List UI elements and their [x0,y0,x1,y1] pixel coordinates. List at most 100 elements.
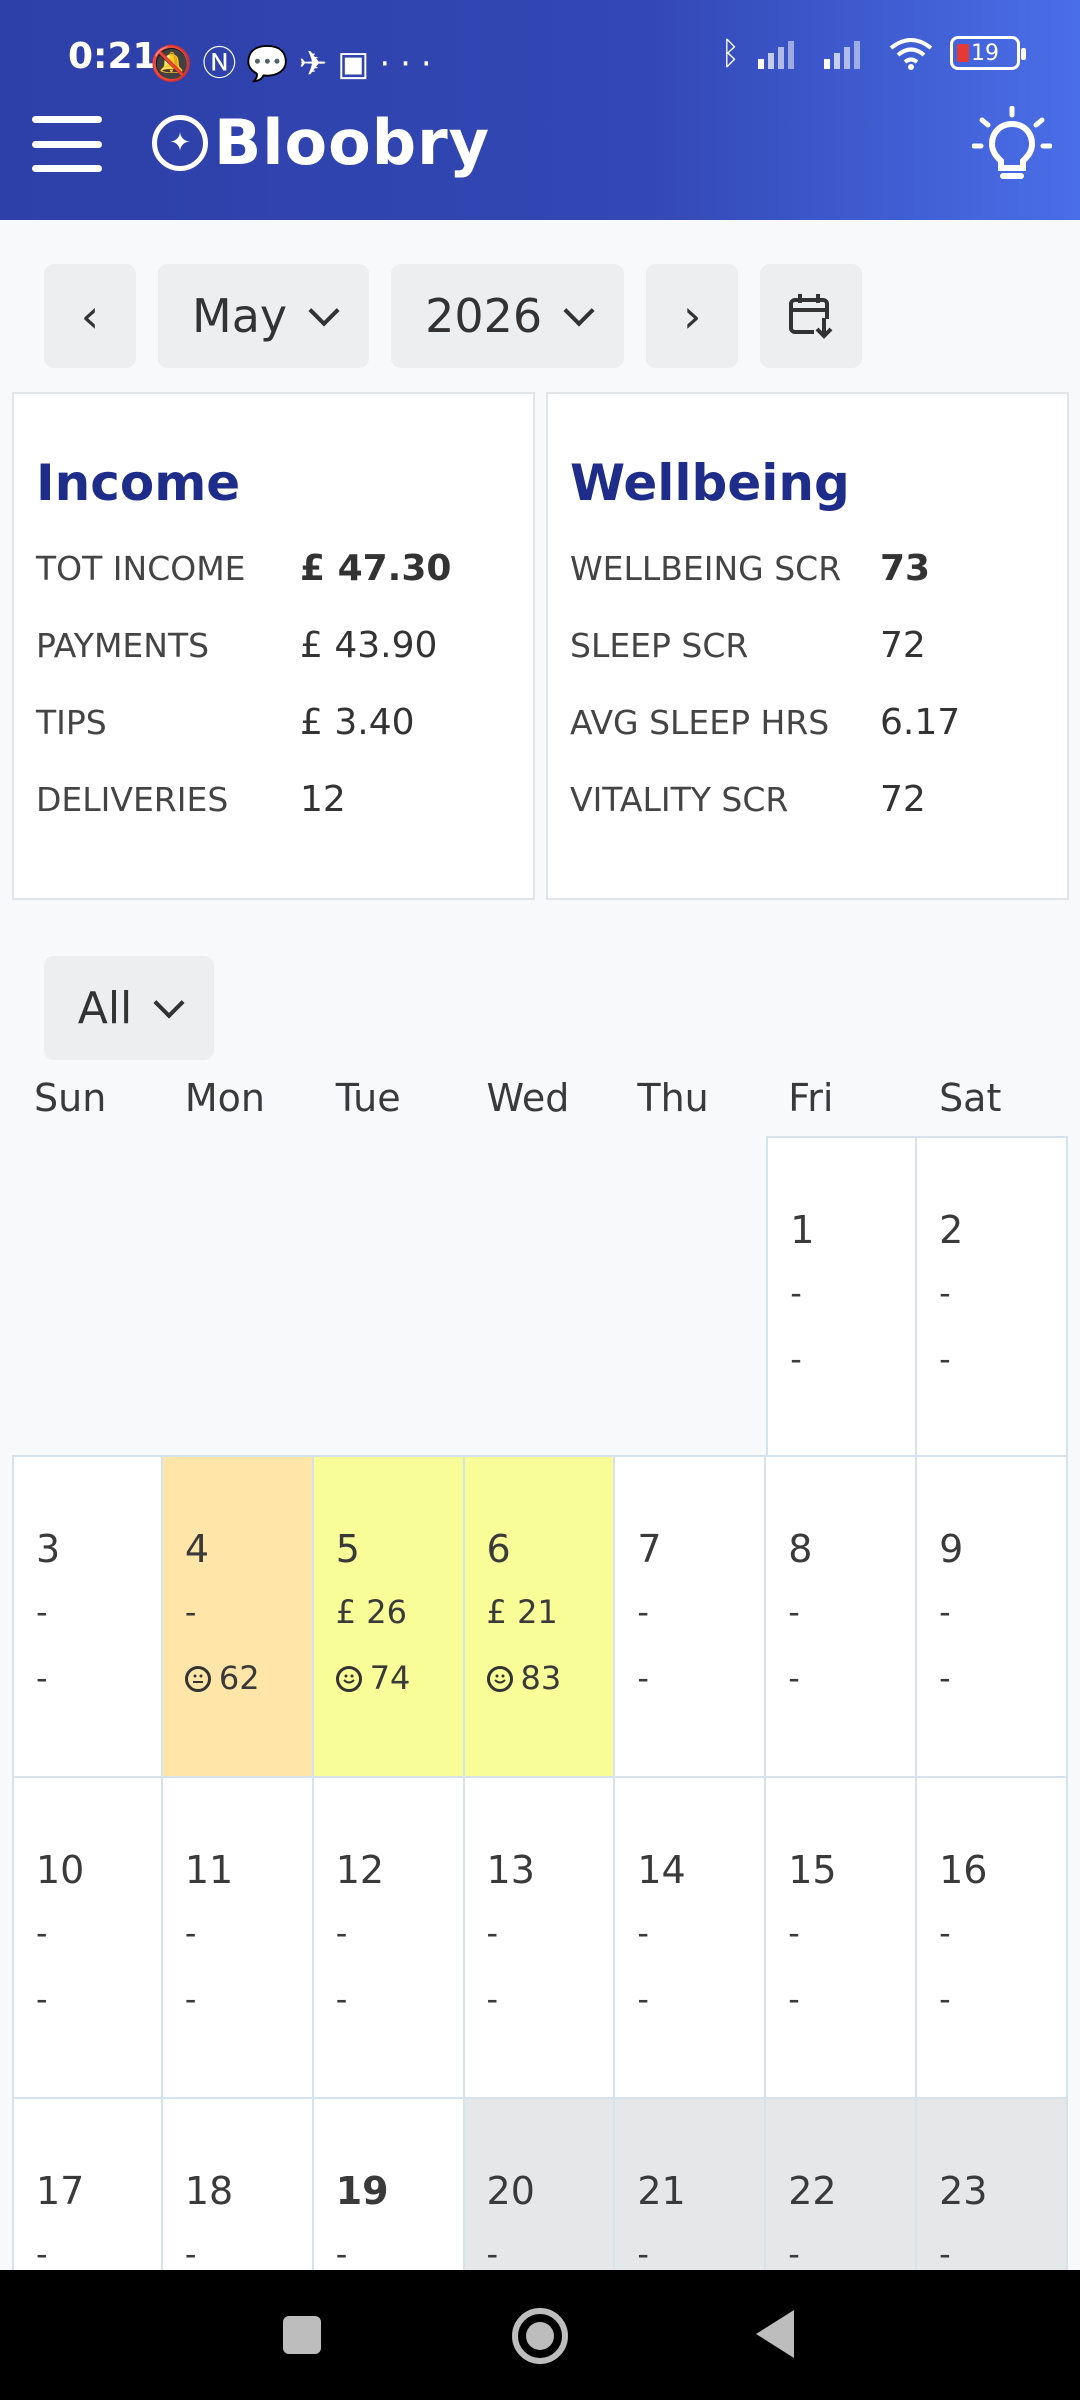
wellbeing-value: 72 [880,625,926,666]
calendar-day-cell[interactable]: 1 - - [766,1136,918,1457]
calendar-day-cell[interactable]: 11 - - [162,1778,314,2099]
neutral-face-icon [184,1666,211,1692]
income-label: DELIVERIES [36,780,229,819]
back-button[interactable] [756,2310,794,2358]
day-income: - [788,1593,800,1631]
wellbeing-label: WELLBEING SCR [570,549,842,588]
weekday-label: Fri [788,1076,834,1120]
smiley-face-icon [335,1666,362,1692]
signal-icon [758,41,794,69]
month-navigation: ‹ May 2026 › [44,264,863,368]
calendar-day-cell[interactable]: 10 - - [12,1778,163,2099]
calendar-download-icon [789,294,835,339]
day-number: 9 [939,1527,964,1571]
nfc-icon: Ⓝ [202,44,247,84]
calendar-day-cell[interactable]: 15 - - [766,1778,918,2099]
day-score-value: - [788,1980,800,2018]
calendar-download-button[interactable] [760,264,863,368]
menu-icon[interactable] [32,116,102,172]
calendar-day-cell[interactable]: 9 - - [917,1457,1068,1778]
signal-icon-2 [824,41,860,69]
day-score-value: - [790,1340,802,1378]
day-score-value: - [939,1340,951,1378]
day-wellbeing: - [637,1980,764,2024]
calendar-week: 3 - - 4-62 5 £ 26 74 6 £ 21 83 7- -8- - 9 - - [12,1457,1068,1778]
month-select[interactable]: May [158,264,370,368]
calendar-day-cell[interactable]: 3 - - [12,1457,163,1778]
calendar-grid: 1 - - 2 - - 3 - - 4 - 62 5 £ 26 74 6 £ 21 83 7 - - 8 - - 9 - - 10 - -… [12,1136,1068,2400]
calendar-empty-cell [313,1136,465,1457]
day-wellbeing: - [939,1340,1066,1384]
calendar-day-cell[interactable]: 6 £ 21 83 [464,1457,616,1778]
calendar-day-cell[interactable]: 13 - - [464,1778,616,2099]
calendar-day-cell[interactable]: 8 - - [766,1457,918,1778]
next-month-button[interactable]: › [646,264,739,368]
day-income: - [486,1914,499,1952]
income-row: TIPS £ 3.40 [36,684,511,761]
day-income: - [36,1593,48,1631]
weekday-label: Mon [184,1076,265,1120]
day-wellbeing: - [36,1980,161,2024]
income-value: £ 3.40 [300,702,415,743]
day-income: - [939,1274,951,1312]
recents-button[interactable] [283,2316,321,2354]
day-score-value: - [36,1659,48,1697]
wellbeing-label: VITALITY SCR [570,780,789,819]
day-wellbeing: - [939,1659,1066,1703]
day-number: 13 [486,1848,535,1892]
income-label: PAYMENTS [36,626,210,665]
day-wellbeing: - [939,1980,1066,2024]
day-score-value: 74 [369,1659,411,1697]
day-number: 2 [939,1208,964,1252]
day-number: 16 [939,1848,988,1892]
wellbeing-card: Wellbeing WELLBEING SCR 73 SLEEP SCR 72 AV… [546,392,1069,900]
bluetooth-icon: ᛒ [720,34,740,72]
calendar-day-cell[interactable]: 16 - - [917,1778,1068,2099]
status-time: 0:21 [68,36,158,77]
day-income: £ 26 [335,1593,407,1631]
day-score-value: - [486,1980,499,2018]
day-wellbeing: - [336,1980,463,2024]
weekday-label: Tue [335,1076,401,1120]
weekday-label: Sat [939,1076,1002,1120]
app-name: Bloobry [214,106,491,179]
home-button[interactable] [512,2308,568,2364]
app-brand: ✦ Bloobry [152,106,490,179]
day-income: £ 21 [486,1593,558,1631]
lightbulb-icon[interactable] [972,106,1052,186]
month-value: May [192,289,288,343]
day-income: - [939,1914,951,1952]
year-select[interactable]: 2026 [391,264,625,368]
battery-icon: 19 [950,36,1026,70]
day-income: - [637,1914,649,1952]
day-wellbeing: - [790,1340,915,1384]
day-number: 5 [335,1527,360,1571]
day-number: 11 [184,1848,234,1892]
calendar-day-cell[interactable]: 12 - - [313,1778,465,2099]
wellbeing-value: 72 [880,779,926,820]
wellbeing-value: 73 [880,548,931,589]
calendar-week: 1 - - 2 - - [12,1136,1068,1457]
day-number: 20 [486,2169,535,2213]
day-number: 3 [36,1527,61,1571]
calendar-day-cell[interactable]: 4 -62 [162,1457,314,1778]
year-value: 2026 [425,289,543,343]
system-navigation-bar [0,2270,1080,2400]
weekday-header: Sun Mon Tue Wed Thu Fri Sat [12,1076,1068,1120]
day-number: 12 [335,1848,385,1892]
filter-select[interactable]: All [44,956,214,1060]
day-number: 17 [36,2169,85,2213]
day-number: 21 [637,2169,686,2213]
day-number: 19 [335,2169,389,2213]
calendar-day-cell[interactable]: 2 - - [917,1136,1068,1457]
calendar-day-cell[interactable]: 14 - - [615,1778,767,2099]
day-number: 10 [36,1848,85,1892]
top-bar: 0:21 🔕Ⓝ💬✈▣··· ᛒ 19 ✦ Bloobry [0,0,1080,220]
day-number: 7 [637,1527,662,1571]
day-number: 1 [790,1208,815,1252]
calendar-day-cell[interactable]: 5 £ 26 74 [313,1457,465,1778]
calendar-day-cell[interactable]: 7 - - [615,1457,767,1778]
prev-month-button[interactable]: ‹ [44,264,136,368]
day-score-value: - [335,1980,348,2018]
sim-icon: ▣ [337,44,380,84]
